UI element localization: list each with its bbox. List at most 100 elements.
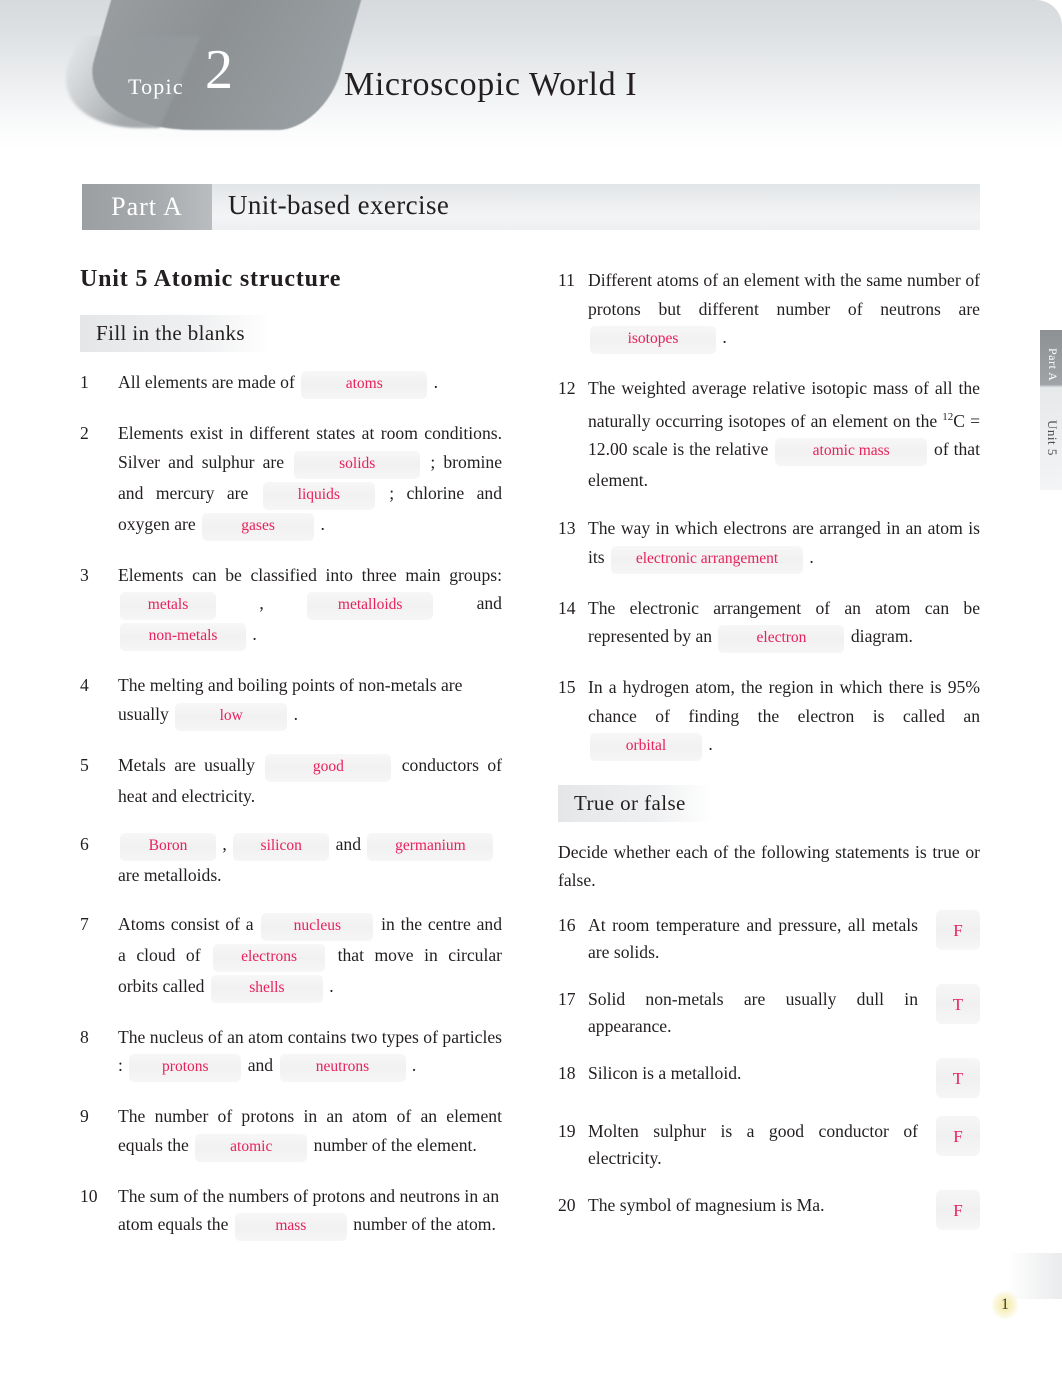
- question-text: and: [243, 1055, 278, 1075]
- question-body: The sum of the numbers of protons and ne…: [118, 1182, 502, 1241]
- blank-answer[interactable]: atomic: [195, 1133, 308, 1162]
- question-text-tail: .: [429, 372, 439, 392]
- question-number: 16: [558, 915, 576, 936]
- question-text: Elements can be classified into three ma…: [118, 564, 502, 585]
- question-item: 7 Atoms consist of a nucleus in the cent…: [80, 910, 502, 1003]
- question-text: .: [704, 734, 713, 755]
- true-false-answer[interactable]: T: [936, 984, 980, 1025]
- true-false-row: 19 Molten sulphur is a good conductor of…: [558, 1116, 980, 1172]
- blank-answer[interactable]: electrons: [213, 943, 326, 972]
- true-false-row: 20 The symbol of magnesium is Ma. F: [558, 1190, 980, 1231]
- blank-answer[interactable]: solids: [294, 450, 421, 479]
- question-number: 4: [80, 675, 89, 695]
- blank-answer[interactable]: germanium: [367, 833, 494, 861]
- question-number: 7: [80, 913, 89, 934]
- blank-answer[interactable]: non-metals: [120, 623, 246, 651]
- blank-answer[interactable]: Boron: [120, 833, 216, 861]
- section-heading-fill-in-the-blanks: Fill in the blanks: [80, 315, 271, 352]
- true-false-row: 18 Silicon is a metalloid. T: [558, 1058, 980, 1099]
- blank-answer[interactable]: isotopes: [590, 326, 716, 354]
- question-text: and: [331, 834, 366, 854]
- question-number: 13: [558, 518, 576, 539]
- question-text: and: [435, 593, 502, 613]
- question-text: The weighted average relative isotopic m…: [588, 378, 980, 431]
- question-body: The weighted average relative isotopic m…: [588, 374, 980, 494]
- question-item: 15 In a hydrogen atom, the region in whi…: [558, 673, 980, 762]
- question-number: 2: [80, 423, 89, 443]
- blank-answer[interactable]: mass: [234, 1213, 347, 1241]
- question-item: 14 The electronic arrangement of an atom…: [558, 594, 980, 654]
- section-heading-true-or-false: True or false: [558, 785, 712, 823]
- true-false-answer[interactable]: F: [936, 910, 980, 951]
- question-text: diagram.: [846, 626, 913, 647]
- question-text: ,: [218, 834, 232, 854]
- statement-text: The symbol of magnesium is Ma.: [588, 1195, 825, 1216]
- blank-answer[interactable]: shells: [210, 974, 323, 1003]
- blank-answer[interactable]: metals: [120, 592, 216, 620]
- question-number: 5: [80, 754, 89, 775]
- side-tab-part-label: Part A: [1046, 348, 1060, 382]
- blank-answer[interactable]: low: [175, 702, 288, 731]
- question-number: 11: [558, 270, 575, 290]
- question-item: 9 The number of protons in an atom of an…: [80, 1102, 502, 1162]
- question-body: All elements are made of atoms .: [118, 368, 502, 399]
- left-column: Unit 5 Atomic structure Fill in the blan…: [80, 266, 502, 1261]
- blank-answer[interactable]: atomic mass: [775, 437, 928, 466]
- blank-answer[interactable]: protons: [129, 1054, 242, 1082]
- blank-answer[interactable]: nucleus: [261, 912, 374, 941]
- statement-text: At room temperature and pressure, all me…: [588, 915, 918, 963]
- question-body: Boron , silicon and germanium are metall…: [118, 830, 502, 890]
- question-text: are metalloids.: [118, 865, 222, 885]
- question-number: 8: [80, 1026, 89, 1047]
- question-text: Metals are usually: [118, 754, 264, 775]
- question-text: .: [718, 327, 727, 347]
- question-number: 6: [80, 834, 89, 854]
- true-false-answer[interactable]: F: [936, 1116, 980, 1157]
- blank-answer[interactable]: electron: [718, 625, 845, 654]
- question-text: Atoms consist of a: [118, 913, 260, 934]
- question-item: 5 Metals are usually good conductors of …: [80, 751, 502, 811]
- question-item: 13 The way in which electrons are arrang…: [558, 514, 980, 574]
- question-body: Atoms consist of a nucleus in the centre…: [118, 910, 502, 1003]
- question-text: number of the element.: [309, 1134, 477, 1155]
- question-text: .: [805, 546, 814, 567]
- question-text: .: [324, 975, 334, 996]
- question-body: The way in which electrons are arranged …: [588, 514, 980, 574]
- isotope-superscript: 12: [942, 410, 954, 423]
- question-item: 12 The weighted average relative isotopi…: [558, 374, 980, 494]
- question-text: number of the atom.: [348, 1214, 496, 1234]
- question-number: 18: [558, 1063, 576, 1084]
- question-item: 8 The nucleus of an atom contains two ty…: [80, 1023, 502, 1082]
- blank-answer[interactable]: electronic arrangement: [611, 545, 804, 574]
- true-false-row: 17 Solid non-metals are usually dull in …: [558, 984, 980, 1040]
- true-false-answer[interactable]: F: [936, 1190, 980, 1231]
- question-body: In a hydrogen atom, the region in which …: [588, 673, 980, 762]
- question-text: In a hydrogen atom, the region in which …: [588, 677, 980, 726]
- blank-answer[interactable]: silicon: [233, 833, 330, 861]
- blank-answer[interactable]: metalloids: [307, 592, 434, 620]
- part-label: Unit-based exercise: [228, 190, 450, 220]
- blank-answer[interactable]: neutrons: [279, 1054, 406, 1082]
- blank-answer[interactable]: good: [265, 753, 392, 782]
- question-text: .: [407, 1055, 417, 1075]
- question-number: 10: [80, 1185, 98, 1206]
- true-false-answer[interactable]: T: [936, 1058, 980, 1099]
- question-text: All elements are made of: [118, 372, 300, 392]
- question-item: 10 The sum of the numbers of protons and…: [80, 1182, 502, 1241]
- blank-answer[interactable]: orbital: [590, 733, 702, 762]
- question-item: 4 The melting and boiling points of non-…: [80, 671, 502, 731]
- question-body: Metals are usually good conductors of he…: [118, 751, 502, 811]
- question-number: 15: [558, 677, 576, 698]
- question-number: 3: [80, 564, 89, 585]
- unit-title: Unit 5 Atomic structure: [80, 266, 342, 292]
- blank-answer[interactable]: gases: [202, 512, 315, 541]
- question-item: 6 Boron , silicon and germanium are meta…: [80, 830, 502, 890]
- question-body: Different atoms of an element with the s…: [588, 266, 980, 354]
- page-number: 1: [992, 1291, 1018, 1319]
- blank-answer[interactable]: liquids: [262, 481, 375, 510]
- question-number: 17: [558, 989, 576, 1010]
- statement-text: Molten sulphur is a good conductor of el…: [588, 1121, 918, 1169]
- side-tab-unit-label: Unit 5: [1045, 420, 1060, 456]
- true-false-instructions: Decide whether each of the following sta…: [558, 842, 980, 891]
- blank-answer[interactable]: atoms: [301, 371, 428, 399]
